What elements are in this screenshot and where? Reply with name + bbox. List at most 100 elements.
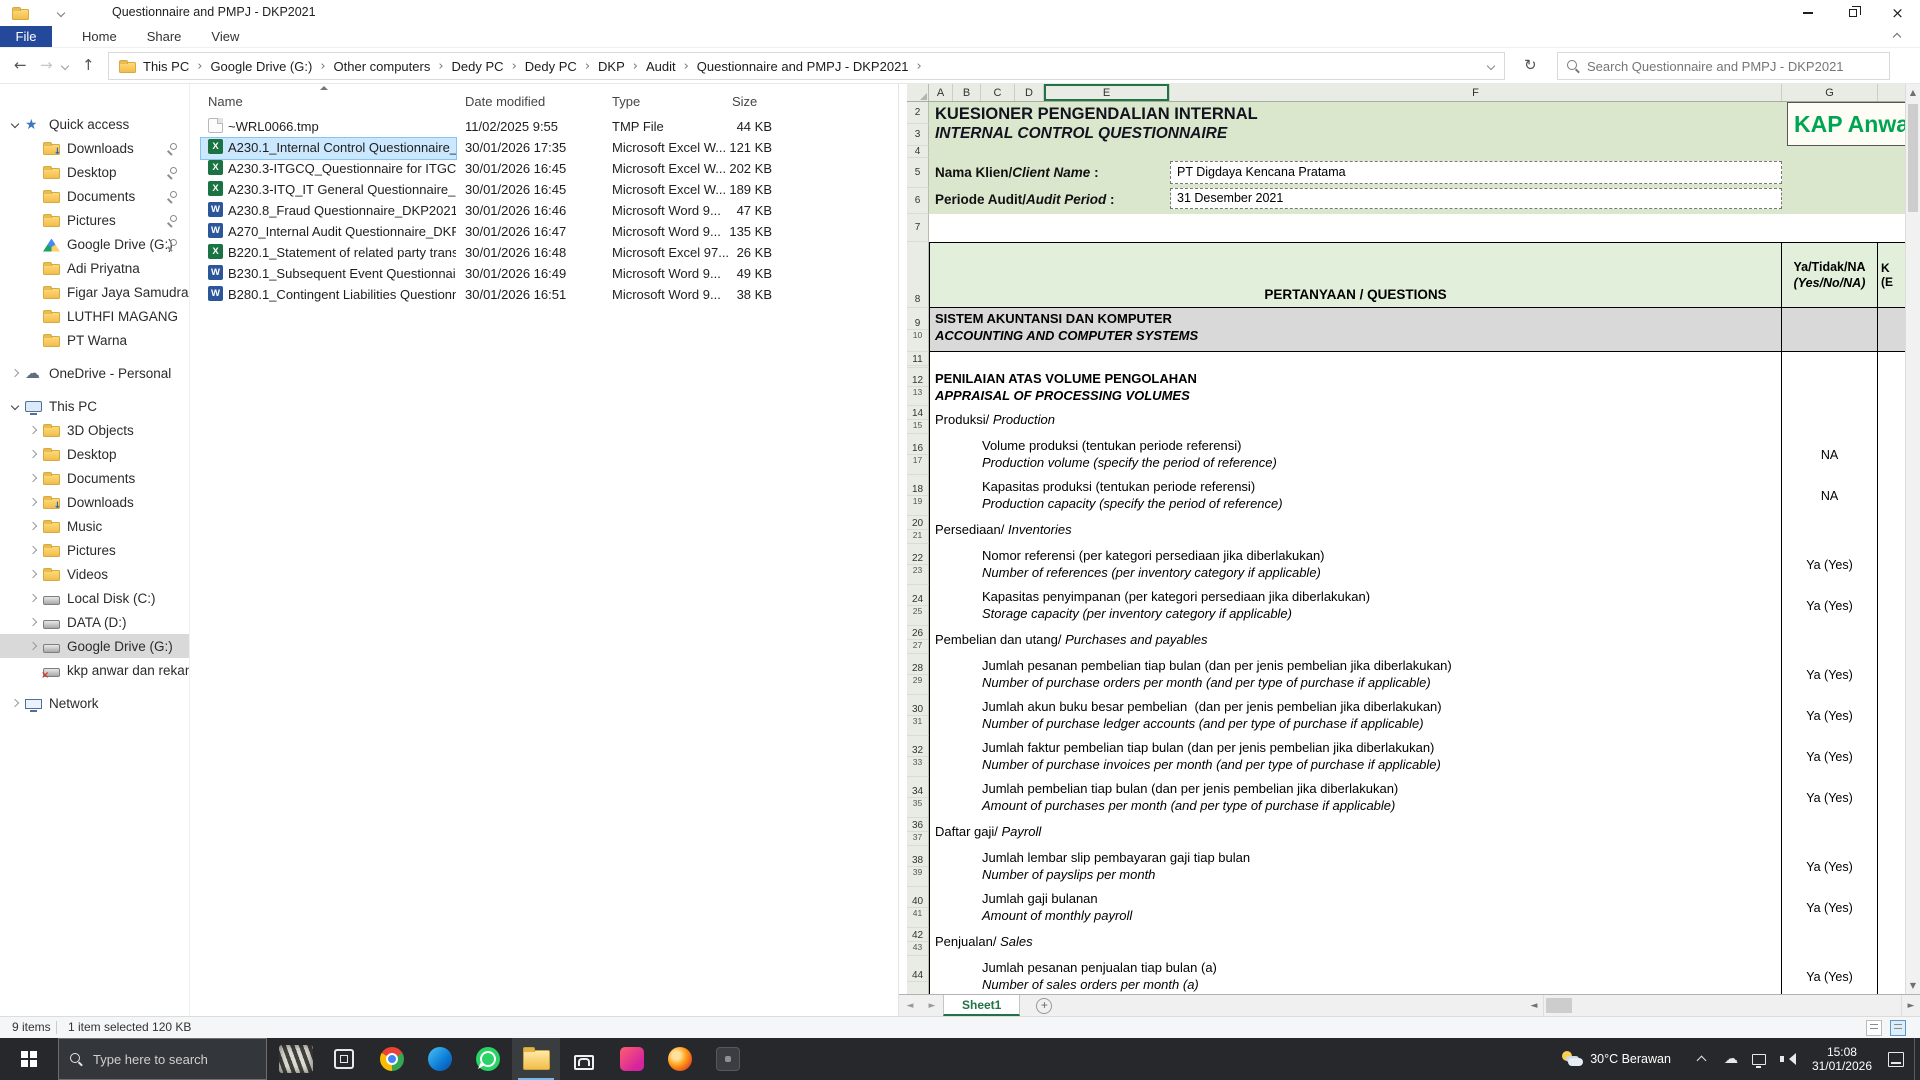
expander-chevron-icon[interactable] xyxy=(26,237,41,251)
taskbar-app-button[interactable] xyxy=(464,1038,512,1080)
weather-widget[interactable]: 30°C Berawan xyxy=(1561,1050,1671,1068)
search-box[interactable] xyxy=(1557,52,1890,80)
sidebar-item[interactable]: 3D Objects xyxy=(0,418,189,442)
expander-chevron-icon[interactable] xyxy=(8,399,23,413)
expander-chevron-icon[interactable] xyxy=(26,663,41,677)
back-button[interactable]: ← xyxy=(14,56,27,74)
expander-chevron-icon[interactable] xyxy=(8,117,23,131)
file-row[interactable]: W A230.8_Fraud Questionnaire_DKP2021 30/… xyxy=(190,200,898,221)
sidebar-item[interactable]: Network xyxy=(0,691,189,715)
expander-chevron-icon[interactable] xyxy=(26,261,41,275)
breadcrumb-segment[interactable]: Questionnaire and PMPJ - DKP2021 › xyxy=(697,59,930,74)
file-row[interactable]: W A270_Internal Audit Questionnaire_DKP2… xyxy=(190,221,898,242)
sidebar-item[interactable]: LUTHFI MAGANG xyxy=(0,304,189,328)
breadcrumb-label[interactable]: Questionnaire and PMPJ - DKP2021 xyxy=(697,59,909,74)
breadcrumb-label[interactable]: Other computers xyxy=(334,59,431,74)
expander-chevron-icon[interactable] xyxy=(26,213,41,227)
breadcrumb-segment[interactable]: Google Drive (G:) › xyxy=(210,59,333,74)
scrollbar-track[interactable] xyxy=(1543,995,1902,1016)
taskbar-app-button[interactable] xyxy=(272,1038,320,1080)
column-header[interactable]: Type xyxy=(612,90,640,114)
expander-chevron-icon[interactable] xyxy=(26,165,41,179)
expander-chevron-icon[interactable] xyxy=(26,591,41,605)
details-view-toggle[interactable] xyxy=(1866,1020,1882,1036)
taskbar-clock[interactable]: 15:08 31/01/2026 xyxy=(1812,1045,1872,1073)
expander-chevron-icon[interactable] xyxy=(26,471,41,485)
refresh-button[interactable]: ↻ xyxy=(1524,56,1537,74)
scroll-right-icon[interactable]: ► xyxy=(1902,1001,1920,1011)
forward-button[interactable]: → xyxy=(40,56,53,74)
column-header[interactable]: Name xyxy=(208,90,243,114)
sidebar-item[interactable]: Local Disk (C:) xyxy=(0,586,189,610)
taskbar-app-button[interactable] xyxy=(608,1038,656,1080)
sidebar-item[interactable]: Videos xyxy=(0,562,189,586)
address-bar[interactable]: This PC › Google Drive (G:) › Other comp… xyxy=(108,52,1505,80)
add-sheet-button[interactable]: + xyxy=(1036,998,1052,1014)
ribbon-collapse-chevron[interactable] xyxy=(1893,33,1901,41)
sidebar-item[interactable]: Desktop xyxy=(0,160,189,184)
taskbar-app-button[interactable] xyxy=(512,1038,560,1080)
expander-chevron-icon[interactable] xyxy=(8,366,23,380)
scrollbar-thumb[interactable] xyxy=(1546,998,1572,1013)
ribbon-tab[interactable]: View xyxy=(211,29,239,44)
breadcrumb-segment[interactable]: Dedy PC › xyxy=(525,59,598,74)
large-icons-view-toggle[interactable] xyxy=(1890,1020,1906,1036)
volume-tray-icon[interactable] xyxy=(1780,1053,1795,1065)
expander-chevron-icon[interactable] xyxy=(26,639,41,653)
expander-chevron-icon[interactable] xyxy=(26,519,41,533)
preview-horizontal-scrollbar[interactable]: ◄ ► xyxy=(1525,995,1920,1016)
sidebar-item[interactable]: Pictures xyxy=(0,538,189,562)
breadcrumb-label[interactable]: Google Drive (G:) xyxy=(210,59,312,74)
breadcrumb-segment[interactable]: Other computers › xyxy=(334,59,452,74)
network-tray-icon[interactable] xyxy=(1752,1054,1766,1065)
taskbar-app-button[interactable] xyxy=(704,1038,752,1080)
sidebar-item[interactable]: Pictures xyxy=(0,208,189,232)
scroll-left-icon[interactable]: ◄ xyxy=(1525,1001,1543,1011)
sidebar-item[interactable]: DATA (D:) xyxy=(0,610,189,634)
scroll-down-icon[interactable]: ▼ xyxy=(1906,978,1920,993)
breadcrumb-label[interactable]: DKP xyxy=(598,59,625,74)
expander-chevron-icon[interactable] xyxy=(26,285,41,299)
expander-chevron-icon[interactable] xyxy=(26,333,41,347)
taskbar-search[interactable]: Type here to search xyxy=(58,1038,267,1080)
file-row[interactable]: X A230.3-ITQ_IT General Questionnaire_DK… xyxy=(190,179,898,200)
sidebar-item[interactable]: Quick access xyxy=(0,112,189,136)
ribbon-tab[interactable]: Home xyxy=(82,29,117,44)
expander-chevron-icon[interactable] xyxy=(26,423,41,437)
breadcrumb-label[interactable]: Dedy PC xyxy=(452,59,504,74)
taskbar-app-button[interactable] xyxy=(416,1038,464,1080)
expander-chevron-icon[interactable] xyxy=(26,495,41,509)
hidden-icons-chevron[interactable] xyxy=(1696,1053,1708,1065)
taskbar-app-button[interactable] xyxy=(368,1038,416,1080)
expander-chevron-icon[interactable] xyxy=(26,543,41,557)
sidebar-item[interactable]: Google Drive (G:) xyxy=(0,232,189,256)
file-row[interactable]: W B230.1_Subsequent Event Questionnaire_… xyxy=(190,263,898,284)
expander-chevron-icon[interactable] xyxy=(26,567,41,581)
expander-chevron-icon[interactable] xyxy=(8,696,23,710)
sidebar-item[interactable]: Documents xyxy=(0,184,189,208)
sidebar-item[interactable]: Google Drive (G:) xyxy=(0,634,189,658)
show-desktop-button[interactable] xyxy=(1914,1038,1920,1080)
sidebar-item[interactable]: Figar Jaya Samudra xyxy=(0,280,189,304)
quick-access-toolbar-chevron-icon[interactable] xyxy=(57,9,65,17)
recent-locations-chevron[interactable] xyxy=(61,62,69,70)
sheet-nav-right-icon[interactable]: ► xyxy=(921,995,943,1016)
breadcrumb-segment[interactable]: This PC › xyxy=(143,59,210,74)
breadcrumb-label[interactable]: Dedy PC xyxy=(525,59,577,74)
sidebar-item[interactable]: This PC xyxy=(0,394,189,418)
preview-vertical-scrollbar[interactable]: ▲ ▼ xyxy=(1905,84,1920,994)
taskbar-app-button[interactable] xyxy=(656,1038,704,1080)
file-row[interactable]: W B280.1_Contingent Liabilities Question… xyxy=(190,284,898,305)
sidebar-item[interactable]: PT Warna xyxy=(0,328,189,352)
scrollbar-thumb[interactable] xyxy=(1908,104,1918,212)
minimize-button[interactable] xyxy=(1785,0,1830,26)
sidebar-item[interactable]: Documents xyxy=(0,466,189,490)
expander-chevron-icon[interactable] xyxy=(26,189,41,203)
column-header[interactable]: Date modified xyxy=(465,90,545,114)
file-row[interactable]: X A230.3-ITGCQ_Questionnaire for ITGC_DK… xyxy=(190,158,898,179)
file-row[interactable]: X B220.1_Statement of related party tran… xyxy=(190,242,898,263)
onedrive-tray-icon[interactable]: ☁ xyxy=(1724,1052,1738,1066)
restore-button[interactable] xyxy=(1830,0,1875,26)
up-button[interactable]: ↑ xyxy=(82,56,95,74)
close-button[interactable]: × xyxy=(1875,0,1920,26)
